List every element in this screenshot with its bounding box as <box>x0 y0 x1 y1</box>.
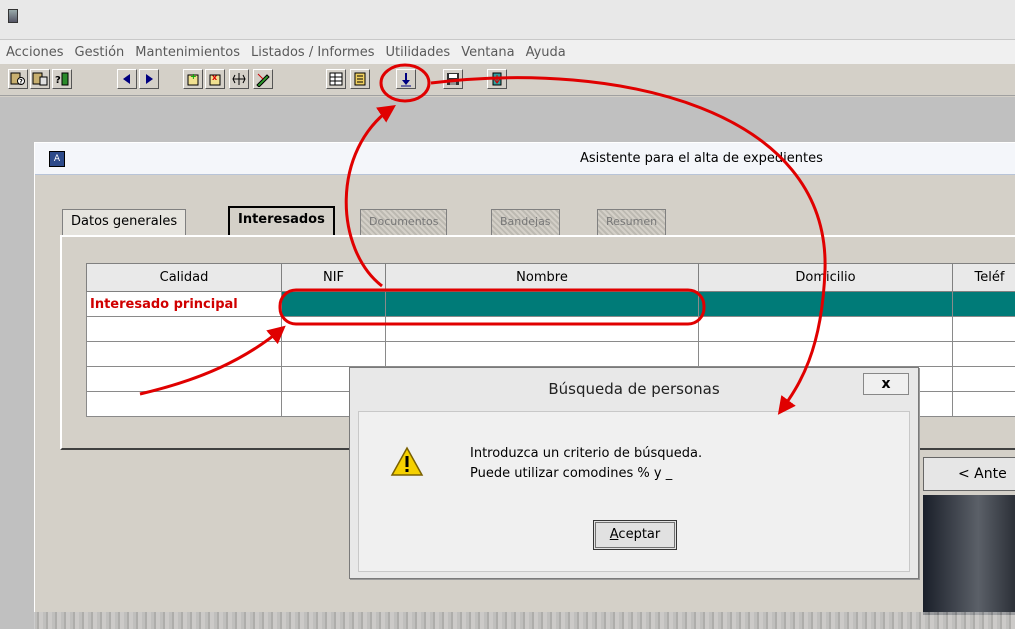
cell-calidad[interactable] <box>86 316 282 342</box>
cell-nif[interactable] <box>281 341 386 367</box>
table-row[interactable]: Interesado principal <box>86 291 1015 317</box>
cell-nombre[interactable] <box>385 291 699 317</box>
accept-button[interactable]: Aceptar <box>593 520 677 550</box>
edit-icon[interactable] <box>253 69 273 89</box>
cell-telefono[interactable] <box>952 291 1015 317</box>
tab-datos-generales[interactable]: Datos generales <box>62 209 187 235</box>
next-arrow-icon[interactable] <box>139 69 159 89</box>
menu-utilidades[interactable]: Utilidades <box>385 45 450 60</box>
grid-icon[interactable] <box>229 69 249 89</box>
menu-listados-informes[interactable]: Listados / Informes <box>251 45 374 60</box>
tab-interesados[interactable]: Interesados <box>228 206 335 235</box>
list-icon[interactable] <box>326 69 346 89</box>
cell-nif[interactable] <box>281 291 386 317</box>
document-icon[interactable] <box>350 69 370 89</box>
cell-nombre[interactable] <box>385 316 699 342</box>
table-row[interactable] <box>86 341 1015 367</box>
save-icon[interactable] <box>443 69 463 89</box>
cell-calidad[interactable] <box>86 366 282 392</box>
background-image <box>923 495 1015 615</box>
svg-text:?: ? <box>55 75 61 86</box>
dialog-message-line1: Introduzca un criterio de búsqueda. <box>470 446 703 461</box>
users-query-icon[interactable]: ? <box>8 69 28 89</box>
column-header-nif: NIF <box>281 263 386 292</box>
download-arrow-icon[interactable] <box>396 69 416 89</box>
exit-icon[interactable] <box>487 69 507 89</box>
column-header-calidad: Calidad <box>86 263 282 292</box>
cell-telefono[interactable] <box>952 391 1015 417</box>
wizard-titlebar: A Asistente para el alta de expedientes <box>35 143 1015 175</box>
warning-icon <box>390 446 424 476</box>
cell-domicilio[interactable] <box>698 316 953 342</box>
cell-calidad[interactable]: Interesado principal <box>86 291 282 317</box>
cell-calidad[interactable] <box>86 341 282 367</box>
app-titlebar <box>0 0 1015 40</box>
cell-calidad[interactable] <box>86 391 282 417</box>
table-row[interactable] <box>86 316 1015 342</box>
toolbar: ? ? + x <box>0 64 1015 96</box>
menu-mantenimientos[interactable]: Mantenimientos <box>135 45 240 60</box>
insert-record-icon[interactable]: + <box>183 69 203 89</box>
search-dialog: Búsqueda de personas x Introduzca un cri… <box>349 367 919 579</box>
menu-bar: Acciones Gestión Mantenimientos Listados… <box>0 40 1015 64</box>
previous-button[interactable]: < Ante <box>923 457 1015 491</box>
svg-text:x: x <box>212 73 218 82</box>
cell-nif[interactable] <box>281 316 386 342</box>
column-header-nombre: Nombre <box>385 263 699 292</box>
cell-telefono[interactable] <box>952 341 1015 367</box>
tab-bandejas: Bandejas <box>491 209 560 235</box>
menu-gestion[interactable]: Gestión <box>75 45 125 60</box>
column-header-domicilio: Domicilio <box>698 263 953 292</box>
dialog-title: Búsqueda de personas <box>548 380 720 398</box>
close-icon[interactable]: x <box>863 373 909 395</box>
dialog-message-line2: Puede utilizar comodines % y _ <box>470 466 673 481</box>
table-header-row: Calidad NIF Nombre Domicilio Teléf <box>86 263 1015 292</box>
cell-domicilio[interactable] <box>698 291 953 317</box>
users-help-icon[interactable]: ? <box>52 69 72 89</box>
wizard-app-icon: A <box>49 151 65 167</box>
prev-arrow-icon[interactable] <box>117 69 137 89</box>
menu-ayuda[interactable]: Ayuda <box>526 45 566 60</box>
tab-resumen: Resumen <box>597 209 667 235</box>
wizard-title: Asistente para el alta de expedientes <box>580 151 823 166</box>
menu-ventana[interactable]: Ventana <box>461 45 514 60</box>
svg-text:?: ? <box>19 79 23 86</box>
cell-nombre[interactable] <box>385 341 699 367</box>
menu-acciones[interactable]: Acciones <box>6 45 64 60</box>
tab-documentos: Documentos <box>360 209 448 235</box>
accept-button-label: ceptar <box>618 527 661 542</box>
cell-telefono[interactable] <box>952 316 1015 342</box>
users-new-icon[interactable] <box>30 69 50 89</box>
cell-domicilio[interactable] <box>698 341 953 367</box>
cell-telefono[interactable] <box>952 366 1015 392</box>
column-header-telefono: Teléf <box>952 263 1015 292</box>
dialog-body: Introduzca un criterio de búsqueda. Pued… <box>358 411 910 572</box>
app-icon <box>8 9 18 23</box>
delete-record-icon[interactable]: x <box>205 69 225 89</box>
status-strip <box>34 612 1015 629</box>
svg-text:+: + <box>190 72 197 81</box>
